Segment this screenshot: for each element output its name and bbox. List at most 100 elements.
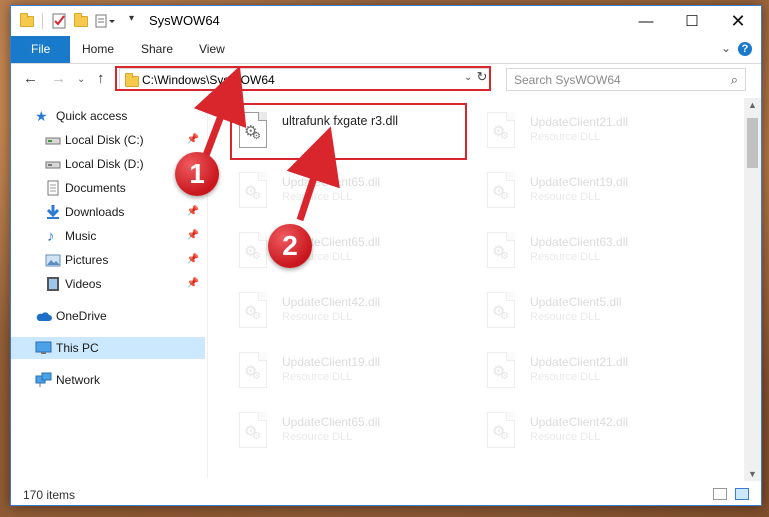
pin-icon[interactable]: 📌 (187, 206, 199, 217)
pin-icon[interactable]: 📌 (187, 278, 199, 289)
file-type: Resource DLL (530, 371, 601, 383)
scroll-up-icon[interactable]: ▲ (748, 100, 757, 110)
sidebar-item-label: Pictures (65, 253, 109, 267)
file-name: UpdateClient21.dll (530, 115, 629, 129)
expand-ribbon-icon[interactable]: ⌄ (721, 41, 731, 55)
dll-file-icon: ⚙ ⚙ (236, 412, 268, 450)
file-tile[interactable]: ⚙ ⚙ UpdateClient19.dll Resource DLL (484, 166, 714, 222)
folder-icon[interactable] (19, 13, 35, 29)
sidebar-item-label: Downloads (65, 205, 125, 219)
file-name: UpdateClient5.dll (530, 295, 622, 309)
sidebar-item-label: Local Disk (C:) (65, 133, 144, 147)
dll-file-icon: ⚙ ⚙ (236, 292, 268, 330)
navigation-pane: ★ Quick access Local Disk (C:) 📌 Local D… (11, 98, 207, 483)
drive-icon (45, 132, 61, 148)
search-icon[interactable]: ⌕ (731, 72, 738, 88)
file-tile[interactable]: ⚙ ⚙ UpdateClient63.dll Resource DLL (484, 226, 714, 282)
sidebar-item-downloads[interactable]: Downloads 📌 (11, 201, 205, 223)
dll-file-icon: ⚙ ⚙ (484, 172, 516, 210)
properties-icon[interactable] (51, 13, 67, 29)
sidebar-item-onedrive[interactable]: OneDrive (11, 305, 205, 327)
dll-file-icon: ⚙ ⚙ (484, 412, 516, 450)
tab-view[interactable]: View (186, 36, 238, 63)
tab-file[interactable]: File (11, 36, 71, 63)
file-name: UpdateClient42.dll (530, 415, 629, 429)
sidebar-item-network[interactable]: Network (11, 369, 205, 391)
sidebar-item-local-disk-c[interactable]: Local Disk (C:) 📌 (11, 129, 205, 151)
file-tile[interactable]: ⚙ ⚙ UpdateClient42.dll Resource DLL (236, 286, 466, 342)
download-icon (45, 204, 61, 220)
star-icon: ★ (35, 108, 48, 124)
search-box[interactable]: Search SysWOW64 ⌕ (506, 68, 746, 91)
file-tile[interactable]: ⚙ ⚙ UpdateClient21.dll Resource DLL (484, 346, 714, 402)
file-type: Resource DLL (530, 431, 601, 443)
vertical-scrollbar[interactable]: ▲ ▼ (744, 98, 761, 481)
recent-locations-icon[interactable]: ⌄ (77, 74, 85, 85)
file-name: UpdateClient19.dll (530, 175, 629, 189)
close-button[interactable]: ✕ (715, 6, 761, 36)
ribbon-tabs: File Home Share View ⌄ ? (11, 36, 761, 64)
quick-access-dropdown-icon[interactable]: ▾ (129, 13, 145, 29)
music-icon: ♪ (47, 228, 55, 245)
drive-icon (45, 156, 61, 172)
up-icon[interactable]: ↑ (97, 70, 105, 87)
file-type: Resource DLL (530, 311, 601, 323)
dll-file-icon: ⚙ ⚙ (236, 232, 268, 270)
file-tile[interactable]: ⚙ ⚙ UpdateClient65.dll Resource DLL (236, 166, 466, 222)
file-tile[interactable]: ⚙ ⚙ UpdateClient21.dll Resource DLL (484, 106, 714, 162)
window-title: SysWOW64 (149, 13, 220, 28)
step-badge-1: 1 (175, 152, 219, 196)
dll-file-icon: ⚙ ⚙ (484, 352, 516, 390)
videos-icon (45, 276, 61, 292)
file-tile[interactable]: ⚙ ⚙ UpdateClient65.dll Resource DLL (236, 406, 466, 462)
file-tile[interactable]: ⚙ ⚙ UpdateClient42.dll Resource DLL (484, 406, 714, 462)
file-name: UpdateClient65.dll (282, 415, 381, 429)
file-tile[interactable]: ⚙ ⚙ UpdateClient19.dll Resource DLL (236, 346, 466, 402)
sidebar-item-label: Music (65, 229, 97, 243)
sidebar-item-music[interactable]: ♪ Music 📌 (11, 225, 205, 247)
sidebar-item-label: Network (56, 373, 101, 387)
sidebar-item-pictures[interactable]: Pictures 📌 (11, 249, 205, 271)
pin-icon[interactable]: 📌 (187, 254, 199, 265)
address-bar-highlight (115, 66, 491, 91)
back-icon[interactable]: ← (23, 70, 38, 87)
tab-home[interactable]: Home (69, 36, 127, 63)
sidebar-item-label: Quick access (56, 109, 128, 123)
maximize-button[interactable]: ☐ (669, 6, 715, 36)
help-icon[interactable]: ? (738, 42, 752, 56)
sidebar-item-quick-access[interactable]: ★ Quick access (11, 105, 205, 127)
network-icon (35, 372, 52, 388)
forward-icon[interactable]: → (51, 70, 66, 87)
new-folder-icon[interactable] (73, 13, 89, 29)
sidebar-item-this-pc[interactable]: This PC (11, 337, 205, 359)
cloud-icon (35, 308, 52, 324)
scroll-thumb[interactable] (747, 118, 758, 168)
file-name: UpdateClient65.dll (282, 175, 381, 189)
sidebar-item-label: Local Disk (D:) (65, 157, 144, 171)
sidebar-item-label: Documents (65, 181, 126, 195)
large-icons-view-icon[interactable] (735, 488, 749, 500)
search-placeholder[interactable]: Search SysWOW64 (514, 73, 621, 87)
minimize-button[interactable]: — (623, 6, 669, 36)
scroll-down-icon[interactable]: ▼ (748, 469, 757, 479)
details-view-icon[interactable] (713, 488, 727, 500)
pin-icon[interactable]: 📌 (187, 134, 199, 145)
file-type: Resource DLL (530, 191, 601, 203)
file-type: Resource DLL (282, 371, 353, 383)
file-highlight (230, 103, 467, 160)
dll-file-icon: ⚙ ⚙ (236, 352, 268, 390)
tab-share[interactable]: Share (128, 36, 186, 63)
dll-file-icon: ⚙ ⚙ (236, 172, 268, 210)
customize-toolbar-icon[interactable] (95, 13, 115, 29)
file-tile[interactable]: ⚙ ⚙ UpdateClient5.dll Resource DLL (484, 286, 714, 342)
sidebar-item-label: Videos (65, 277, 102, 291)
computer-icon (35, 340, 52, 356)
pin-icon[interactable]: 📌 (187, 230, 199, 241)
sidebar-item-label: OneDrive (56, 309, 107, 323)
dll-file-icon: ⚙ ⚙ (484, 292, 516, 330)
file-name: UpdateClient42.dll (282, 295, 381, 309)
sidebar-item-videos[interactable]: Videos 📌 (11, 273, 205, 295)
pictures-icon (45, 252, 61, 268)
item-count: 170 items (23, 488, 76, 502)
file-name: UpdateClient19.dll (282, 355, 381, 369)
